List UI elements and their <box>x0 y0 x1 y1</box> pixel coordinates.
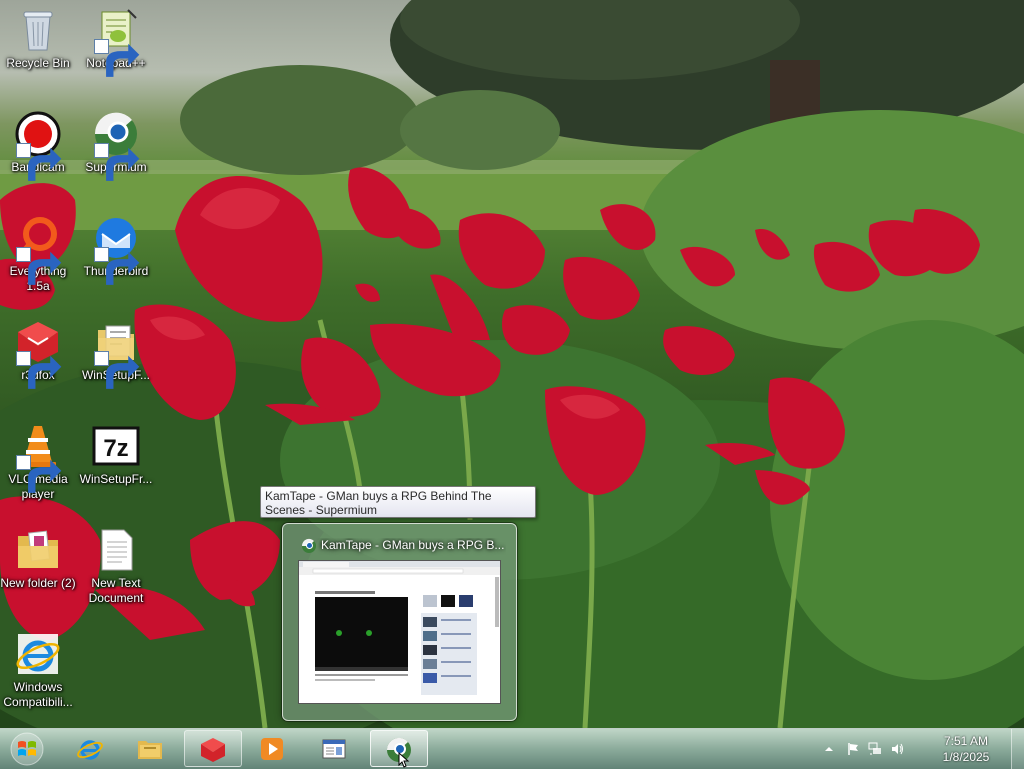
winsetup-folder-icon <box>92 318 140 389</box>
start-button[interactable] <box>4 731 50 767</box>
taskbar-button-control-panel[interactable] <box>306 730 364 767</box>
r3dfox-icon <box>14 318 62 389</box>
thumbnail-title: KamTape - GMan buys a RPG B... <box>321 538 505 552</box>
window-icon <box>322 739 346 759</box>
desktop-icon-windows-compatibility[interactable]: Windows Compatibili... <box>0 630 76 710</box>
desktop-icon-thunderbird[interactable]: Thunderbird <box>78 214 154 285</box>
bandicam-icon <box>14 110 62 181</box>
taskbar: 7:51 AM 1/8/2025 <box>0 728 1024 769</box>
taskbar-thumbnail-preview[interactable]: KamTape - GMan buys a RPG B... <box>282 523 517 721</box>
desktop-icon-label: New folder (2) <box>0 576 76 590</box>
supermium-icon <box>92 110 140 181</box>
shortcut-arrow-icon <box>16 455 62 493</box>
network-icon[interactable] <box>868 742 882 756</box>
folder-icon <box>138 741 162 759</box>
shortcut-arrow-icon <box>94 39 140 77</box>
shortcut-arrow-icon <box>16 351 62 389</box>
chevron-up-icon[interactable] <box>822 742 836 756</box>
vlc-icon <box>14 422 62 493</box>
taskbar-clock[interactable]: 7:51 AM 1/8/2025 <box>936 733 996 765</box>
thumbnail-page-preview[interactable] <box>298 560 501 704</box>
thumbnail-title-bar: KamTape - GMan buys a RPG B... <box>301 538 506 556</box>
shortcut-arrow-icon <box>16 247 62 285</box>
shortcut-arrow-icon <box>94 247 140 285</box>
recycle-bin-icon <box>14 6 62 54</box>
desktop-icon-bandicam[interactable]: Bandicam <box>0 110 76 181</box>
internet-explorer-icon <box>77 740 103 760</box>
desktop-icon-label: Windows Compatibili... <box>3 680 73 709</box>
windows-logo-icon <box>10 732 44 766</box>
shortcut-arrow-icon <box>16 143 62 181</box>
taskbar-button-r3dfox[interactable] <box>184 730 242 767</box>
taskbar-button-file-explorer[interactable] <box>122 730 180 767</box>
show-desktop-button[interactable] <box>1011 729 1024 769</box>
mouse-cursor-icon <box>398 752 410 768</box>
internet-explorer-icon <box>14 630 62 678</box>
svg-text:7z: 7z <box>103 435 128 462</box>
7zip-archive-icon: 7z <box>92 422 140 470</box>
folder-icon <box>14 526 62 574</box>
desktop-icon-everything[interactable]: Everything 1.5a <box>0 214 76 294</box>
desktop-icon-label: New Text Document <box>88 576 144 605</box>
desktop-icon-recycle-bin[interactable]: Recycle Bin <box>0 6 76 71</box>
volume-icon[interactable] <box>890 742 904 756</box>
desktop-icon-notepad-plus-plus[interactable]: Notepad++ <box>78 6 154 77</box>
clock-date: 1/8/2025 <box>942 750 990 764</box>
taskbar-button-internet-explorer[interactable] <box>62 730 120 767</box>
shortcut-arrow-icon <box>94 143 140 181</box>
thunderbird-icon <box>92 214 140 285</box>
clock-time: 7:51 AM <box>943 734 989 748</box>
taskbar-button-media-player[interactable] <box>244 730 302 767</box>
system-tray: 7:51 AM 1/8/2025 <box>820 729 1010 769</box>
r3dfox-icon <box>201 738 225 762</box>
text-document-icon <box>92 526 140 574</box>
media-player-icon <box>261 738 283 760</box>
desktop-icon-winsetup-folder[interactable]: WinSetupF... <box>78 318 154 389</box>
desktop-icon-winsetup-archive[interactable]: 7z WinSetupFr... <box>78 422 154 487</box>
desktop-icon-new-folder[interactable]: New folder (2) <box>0 526 76 591</box>
flag-icon[interactable] <box>846 742 860 756</box>
taskbar-tooltip: KamTape - GMan buys a RPG Behind The Sce… <box>260 486 536 518</box>
shortcut-arrow-icon <box>94 351 140 389</box>
desktop-icon-label: WinSetupFr... <box>79 472 153 486</box>
desktop-icon-r3dfox[interactable]: r3dfox <box>0 318 76 389</box>
desktop-icon-label: Recycle Bin <box>6 56 70 70</box>
everything-icon <box>14 214 62 285</box>
desktop-icon-supermium[interactable]: Supermium <box>78 110 154 181</box>
supermium-icon <box>301 538 316 553</box>
desktop-icon-new-text-document[interactable]: New Text Document <box>78 526 154 606</box>
notepad-plus-plus-icon <box>92 6 140 77</box>
desktop-icon-vlc[interactable]: VLC media player <box>0 422 76 502</box>
